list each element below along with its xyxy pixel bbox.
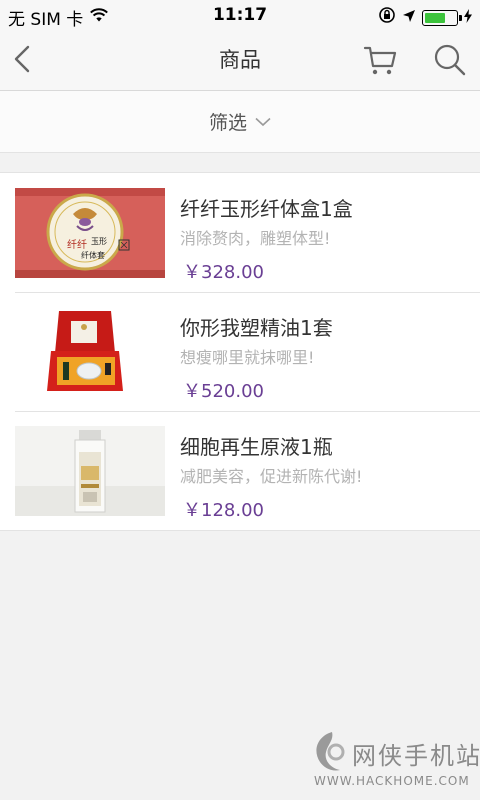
svg-text:纤体套: 纤体套 [81,250,105,260]
product-list: 纤纤 玉形 纤体套 纤纤玉形纤体盒1盒 消除赘肉，雕塑体型! ￥328.00 你… [0,172,480,531]
watermark-text: 网侠手机站 [352,742,480,770]
product-price: ￥328.00 [183,262,264,283]
product-item[interactable]: 细胞再生原液1瓶 减肥美容，促进新陈代谢! ￥128.00 [0,411,480,530]
cart-icon [363,46,397,75]
location-arrow-icon [402,8,416,28]
product-price: ￥520.00 [183,381,264,402]
essential-oil-set-product-image [15,307,165,397]
product-subtitle: 想瘦哪里就抹哪里! [180,348,315,367]
status-bar: 无 SIM 卡 11:17 [0,0,480,30]
slimming-box-product-image: 纤纤 玉形 纤体套 [15,188,165,278]
product-subtitle: 减肥美容，促进新陈代谢! [180,467,363,486]
page-title: 商品 [219,48,261,72]
product-item[interactable]: 纤纤 玉形 纤体套 纤纤玉形纤体盒1盒 消除赘肉，雕塑体型! ￥328.00 [0,173,480,292]
svg-text:纤纤: 纤纤 [67,238,87,251]
battery-level [425,12,445,23]
watermark-url: WWW.HACKHOME.COM [314,774,470,788]
back-chevron-icon [14,45,30,73]
filter-label: 筛选 [208,112,247,134]
serum-bottle-product-image [15,426,165,516]
battery-icon [422,9,462,26]
search-button[interactable] [432,42,468,78]
search-icon [434,44,466,76]
orientation-lock-icon [378,6,396,29]
cart-button[interactable] [362,42,398,78]
svg-text:玉形: 玉形 [91,237,107,246]
product-title: 细胞再生原液1瓶 [180,435,333,459]
chevron-down-icon [255,117,271,126]
navigation-bar: 商品 [0,30,480,91]
product-item[interactable]: 你形我塑精油1套 想瘦哪里就抹哪里! ￥520.00 [0,292,480,411]
watermark: 网侠手机站 WWW.HACKHOME.COM [306,730,480,800]
hackhome-logo-icon [316,732,345,771]
filter-dropdown[interactable]: 筛选 [0,91,480,153]
product-title: 你形我塑精油1套 [180,316,333,340]
product-title: 纤纤玉形纤体盒1盒 [180,197,353,221]
product-subtitle: 消除赘肉，雕塑体型! [180,229,331,248]
charging-bolt-icon [464,8,472,28]
product-price: ￥128.00 [183,500,264,521]
back-button[interactable] [10,44,40,74]
status-right [378,6,472,29]
